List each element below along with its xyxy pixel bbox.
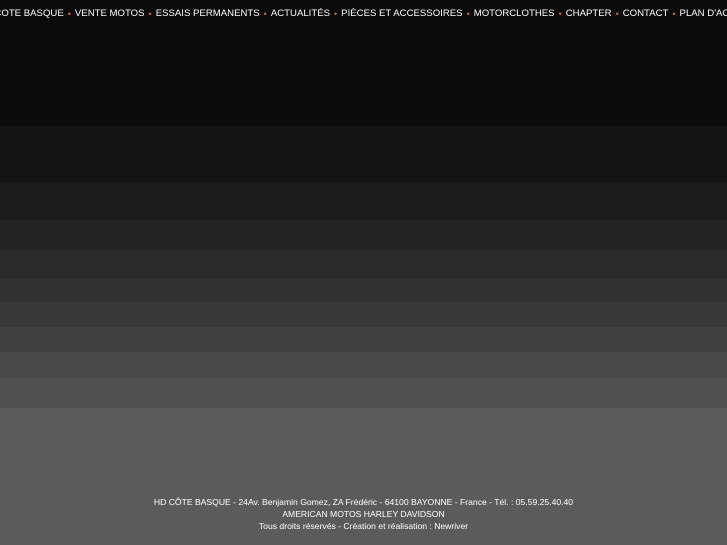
nav-item-chapter[interactable]: CHAPTER <box>566 8 612 19</box>
background-band <box>0 278 727 302</box>
nav-item-vente-motos[interactable]: VENTE MOTOS <box>75 8 145 19</box>
nav-separator: • <box>263 8 267 19</box>
footer-rights-text: Tous droits réservés - Création et réali… <box>258 521 435 531</box>
background-band <box>0 250 727 278</box>
background-band <box>0 220 727 250</box>
footer-address: HD CÔTE BASQUE - 24Av. Benjamin Gomez, Z… <box>153 497 574 507</box>
nav-item-plan-acces[interactable]: PLAN D'ACCES <box>680 8 727 19</box>
background-band <box>0 302 727 327</box>
page-footer: HD CÔTE BASQUE - 24Av. Benjamin Gomez, Z… <box>0 496 727 532</box>
nav-separator: • <box>67 8 71 19</box>
nav-item-motorclothes[interactable]: MOTORCLOTHES <box>474 8 555 19</box>
nav-separator: • <box>148 8 152 19</box>
background-band <box>0 378 727 408</box>
background-band <box>0 327 727 352</box>
nav-item-actualites[interactable]: ACTUALITÉS <box>271 8 330 19</box>
main-navigation: HD COTE BASQUE • VENTE MOTOS • ESSAIS PE… <box>0 8 727 19</box>
background-band <box>0 126 727 182</box>
nav-separator: • <box>672 8 676 19</box>
footer-brand: AMERICAN MOTOS HARLEY DAVIDSON <box>282 509 445 519</box>
gradient-background <box>0 0 727 545</box>
nav-separator: • <box>466 8 470 19</box>
nav-item-pieces-accessoires[interactable]: PIÈCES ET ACCESSOIRES <box>341 8 462 19</box>
nav-separator: • <box>334 8 338 19</box>
nav-separator: • <box>558 8 562 19</box>
footer-credit-link[interactable]: Newriver <box>434 521 468 531</box>
nav-item-hd-cote-basque[interactable]: HD COTE BASQUE <box>0 8 64 19</box>
footer-rights: Tous droits réservés - Création et réali… <box>0 520 727 532</box>
nav-item-contact[interactable]: CONTACT <box>623 8 669 19</box>
nav-item-essais-permanents[interactable]: ESSAIS PERMANENTS <box>156 8 260 19</box>
background-band <box>0 352 727 378</box>
background-band <box>0 182 727 220</box>
nav-separator: • <box>615 8 619 19</box>
